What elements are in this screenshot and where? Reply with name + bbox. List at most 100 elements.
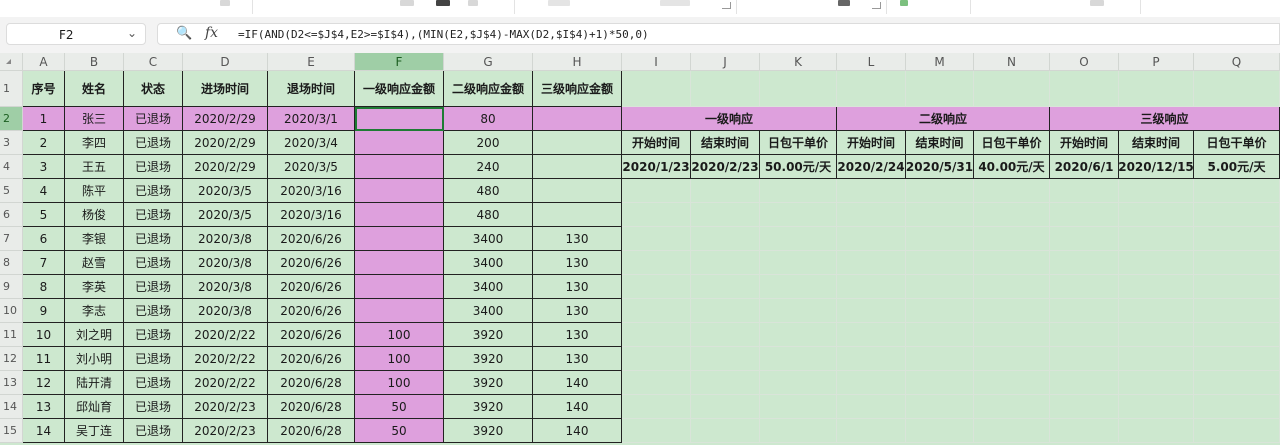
column-header-d[interactable]: D bbox=[183, 53, 268, 71]
cell[interactable] bbox=[760, 251, 837, 275]
table-cell[interactable]: 3400 bbox=[444, 275, 533, 299]
table-cell[interactable]: 已退场 bbox=[124, 155, 183, 179]
cell[interactable] bbox=[1119, 323, 1194, 347]
cell[interactable] bbox=[906, 371, 974, 395]
table-cell[interactable]: 3400 bbox=[444, 299, 533, 323]
table-header-cell[interactable]: 序号 bbox=[23, 71, 65, 107]
table-cell[interactable]: 140 bbox=[533, 395, 622, 419]
table-header-cell[interactable]: 三级响应金额 bbox=[533, 71, 622, 107]
table-cell[interactable]: 5 bbox=[23, 203, 65, 227]
table-cell[interactable] bbox=[533, 131, 622, 155]
table-cell[interactable]: 2020/3/16 bbox=[268, 179, 355, 203]
cell[interactable] bbox=[760, 395, 837, 419]
column-header-h[interactable]: H bbox=[533, 53, 622, 71]
column-header-m[interactable]: M bbox=[906, 53, 974, 71]
table-cell[interactable]: 1 bbox=[23, 107, 65, 131]
cell[interactable] bbox=[1194, 395, 1280, 419]
column-header-a[interactable]: A bbox=[23, 53, 65, 71]
table-cell[interactable]: 2020/2/29 bbox=[183, 131, 268, 155]
cell[interactable] bbox=[837, 323, 906, 347]
select-all-corner[interactable] bbox=[0, 53, 23, 71]
table-cell[interactable]: 2020/2/22 bbox=[183, 347, 268, 371]
table-cell[interactable]: 已退场 bbox=[124, 227, 183, 251]
response-subheader-cell[interactable]: 开始时间 bbox=[1050, 131, 1119, 155]
table-cell[interactable]: 陈平 bbox=[65, 179, 124, 203]
cell[interactable] bbox=[1119, 203, 1194, 227]
response-value-cell[interactable]: 50.00元/天 bbox=[760, 155, 837, 179]
cell[interactable] bbox=[1050, 299, 1119, 323]
cell[interactable] bbox=[974, 179, 1050, 203]
cell[interactable] bbox=[691, 395, 760, 419]
cell[interactable] bbox=[622, 179, 691, 203]
response-value-cell[interactable]: 2020/6/1 bbox=[1050, 155, 1119, 179]
table-cell[interactable]: 赵雪 bbox=[65, 251, 124, 275]
column-header-k[interactable]: K bbox=[760, 53, 837, 71]
row-header-14[interactable]: 14 bbox=[0, 395, 23, 419]
cell[interactable] bbox=[974, 395, 1050, 419]
column-header-p[interactable]: P bbox=[1119, 53, 1194, 71]
cell[interactable] bbox=[1119, 347, 1194, 371]
table-cell[interactable]: 2020/2/22 bbox=[183, 371, 268, 395]
cell[interactable] bbox=[837, 395, 906, 419]
response-subheader-cell[interactable]: 结束时间 bbox=[1119, 131, 1194, 155]
cell[interactable] bbox=[1050, 275, 1119, 299]
table-cell[interactable]: 3920 bbox=[444, 347, 533, 371]
table-cell[interactable] bbox=[533, 155, 622, 179]
table-cell[interactable]: 2020/6/26 bbox=[268, 251, 355, 275]
table-cell[interactable]: 2020/2/22 bbox=[183, 323, 268, 347]
table-cell[interactable]: 2020/3/8 bbox=[183, 275, 268, 299]
table-cell[interactable]: 130 bbox=[533, 323, 622, 347]
response-subheader-cell[interactable]: 开始时间 bbox=[622, 131, 691, 155]
cell[interactable] bbox=[837, 419, 906, 443]
table-cell[interactable]: 130 bbox=[533, 227, 622, 251]
cell[interactable] bbox=[622, 203, 691, 227]
table-cell[interactable] bbox=[355, 155, 444, 179]
table-cell[interactable]: 2020/6/28 bbox=[268, 371, 355, 395]
cell[interactable] bbox=[760, 179, 837, 203]
table-cell[interactable]: 已退场 bbox=[124, 203, 183, 227]
cell[interactable] bbox=[760, 275, 837, 299]
response-subheader-cell[interactable]: 日包干单价 bbox=[1194, 131, 1280, 155]
table-cell[interactable]: 100 bbox=[355, 323, 444, 347]
table-cell[interactable]: 李英 bbox=[65, 275, 124, 299]
table-cell[interactable]: 2020/6/28 bbox=[268, 395, 355, 419]
table-cell[interactable]: 10 bbox=[23, 323, 65, 347]
cell[interactable] bbox=[691, 347, 760, 371]
table-cell[interactable]: 3400 bbox=[444, 227, 533, 251]
table-cell[interactable]: 8 bbox=[23, 275, 65, 299]
cell[interactable] bbox=[1194, 227, 1280, 251]
table-cell[interactable]: 100 bbox=[355, 347, 444, 371]
cell[interactable] bbox=[837, 347, 906, 371]
cell[interactable] bbox=[1050, 347, 1119, 371]
response-value-cell[interactable]: 5.00元/天 bbox=[1194, 155, 1280, 179]
table-cell[interactable]: 130 bbox=[533, 299, 622, 323]
cell[interactable] bbox=[691, 371, 760, 395]
table-cell[interactable] bbox=[355, 179, 444, 203]
row-header-2[interactable]: 2 bbox=[0, 107, 23, 131]
table-cell[interactable]: 邱灿育 bbox=[65, 395, 124, 419]
table-cell[interactable]: 2020/6/26 bbox=[268, 299, 355, 323]
cell[interactable] bbox=[906, 347, 974, 371]
row-header-5[interactable]: 5 bbox=[0, 179, 23, 203]
table-cell[interactable]: 2020/3/5 bbox=[183, 203, 268, 227]
response-value-cell[interactable]: 40.00元/天 bbox=[974, 155, 1050, 179]
cell[interactable] bbox=[906, 251, 974, 275]
formula-input[interactable]: 🔍 fx =IF(AND(D2<=$J$4,E2>=$I$4),(MIN(E2,… bbox=[157, 23, 1280, 45]
response-subheader-cell[interactable]: 日包干单价 bbox=[760, 131, 837, 155]
row-header-12[interactable]: 12 bbox=[0, 347, 23, 371]
cell[interactable] bbox=[974, 299, 1050, 323]
table-cell[interactable] bbox=[533, 107, 622, 131]
cell[interactable] bbox=[1194, 299, 1280, 323]
table-cell[interactable]: 12 bbox=[23, 371, 65, 395]
column-header-j[interactable]: J bbox=[691, 53, 760, 71]
row-header-4[interactable]: 4 bbox=[0, 155, 23, 179]
table-cell[interactable] bbox=[355, 251, 444, 275]
table-cell[interactable]: 已退场 bbox=[124, 275, 183, 299]
cell[interactable] bbox=[1119, 299, 1194, 323]
table-cell[interactable]: 2020/2/23 bbox=[183, 395, 268, 419]
table-cell[interactable]: 已退场 bbox=[124, 299, 183, 323]
table-cell[interactable] bbox=[533, 203, 622, 227]
table-cell[interactable]: 7 bbox=[23, 251, 65, 275]
table-header-cell[interactable]: 进场时间 bbox=[183, 71, 268, 107]
cell[interactable] bbox=[837, 371, 906, 395]
